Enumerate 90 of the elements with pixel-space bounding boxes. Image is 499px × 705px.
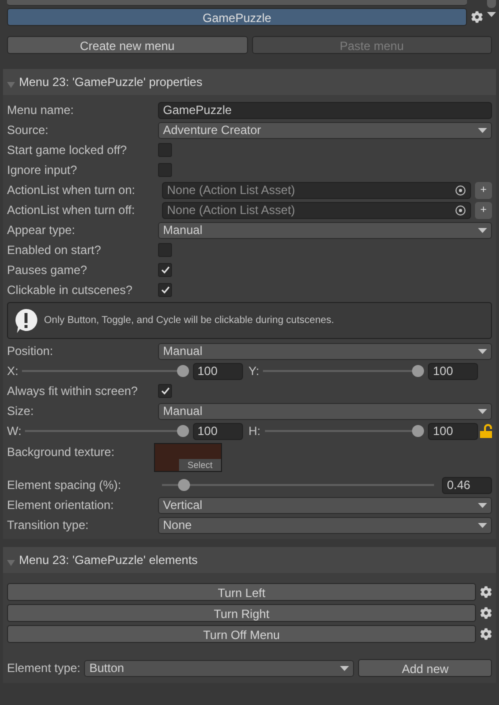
dropdown-caret-icon <box>478 408 487 414</box>
number-field[interactable]: 100 <box>428 362 478 380</box>
slider-track[interactable] <box>162 479 434 491</box>
slider-thumb[interactable] <box>412 365 424 377</box>
settings-icon[interactable] <box>480 628 492 640</box>
check-icon <box>160 286 170 294</box>
dropdown-caret-icon <box>487 12 496 17</box>
select-button[interactable]: Select <box>179 459 221 471</box>
check-icon <box>160 266 170 274</box>
menu-action-button[interactable]: Create new menu <box>7 36 248 54</box>
field-label: Transition type: <box>7 517 90 534</box>
checkbox[interactable] <box>158 143 172 157</box>
add-button[interactable]: + <box>475 182 492 198</box>
settings-icon[interactable] <box>471 11 483 23</box>
settings-icon[interactable] <box>480 607 492 619</box>
check-icon <box>160 387 170 395</box>
settings-icon[interactable] <box>480 586 492 598</box>
section-header[interactable]: Menu 23: 'GamePuzzle' elements <box>3 547 496 573</box>
dropdown[interactable]: None <box>158 516 492 534</box>
text-field[interactable]: GamePuzzle <box>158 102 492 118</box>
section-title: Menu 23: 'GamePuzzle' elements <box>19 552 198 569</box>
checkbox[interactable] <box>158 283 172 297</box>
dropdown-caret-icon <box>478 522 487 528</box>
dropdown[interactable]: Button <box>84 660 354 676</box>
field-label: Pauses game? <box>7 262 88 279</box>
slider-thumb[interactable] <box>178 479 190 491</box>
placeholder-text: None (Action List Asset) <box>167 202 296 219</box>
object-field[interactable]: None (Action List Asset) <box>162 202 471 218</box>
field-label: Source: <box>7 122 50 139</box>
object-field[interactable]: None (Action List Asset) <box>162 182 471 198</box>
element-button[interactable]: Turn Off Menu <box>7 625 476 643</box>
field-label: Element orientation: <box>7 497 115 514</box>
checkbox[interactable] <box>158 163 172 177</box>
number-field[interactable]: 100 <box>192 362 242 380</box>
dropdown-caret-icon <box>478 348 487 354</box>
field-label: Background texture: <box>7 444 116 461</box>
slider-track[interactable] <box>264 425 424 437</box>
section-header[interactable]: Menu 23: 'GamePuzzle' properties <box>3 69 496 95</box>
field-label: Size: <box>7 403 35 420</box>
field-label: W: <box>7 423 22 440</box>
texture-thumbnail[interactable]: Select <box>154 443 222 472</box>
slider-thumb[interactable] <box>176 425 188 437</box>
scrollbar-thumb[interactable] <box>487 0 496 8</box>
slider-track[interactable] <box>25 425 188 437</box>
slider-thumb[interactable] <box>176 365 188 377</box>
padlock-icon[interactable] <box>480 424 492 438</box>
slider-track[interactable] <box>263 365 424 377</box>
field-label: Appear type: <box>7 222 76 239</box>
add-button[interactable]: + <box>475 202 492 218</box>
field-label: Element spacing (%): <box>7 477 122 494</box>
field-label: H: <box>248 423 260 440</box>
field-label: ActionList when turn on: <box>7 182 136 199</box>
slider-thumb[interactable] <box>412 425 424 437</box>
field-label: X: <box>7 363 18 380</box>
field-label: Start game locked off? <box>7 142 128 159</box>
slider-track[interactable] <box>22 365 188 377</box>
element-button[interactable]: Turn Left <box>7 583 476 601</box>
number-field[interactable]: 100 <box>428 422 478 440</box>
field-label: Always fit within screen? <box>7 383 139 400</box>
section-title: Menu 23: 'GamePuzzle' properties <box>19 74 202 91</box>
menu-list-item[interactable]: GamePuzzle <box>7 8 467 26</box>
dropdown-caret-icon <box>340 666 350 670</box>
dropdown-caret-icon <box>478 502 487 508</box>
checkbox[interactable] <box>158 263 172 277</box>
target-icon[interactable] <box>455 184 466 196</box>
dropdown[interactable]: Manual <box>158 342 492 360</box>
dropdown-caret-icon <box>478 128 487 132</box>
field-label: Enabled on start? <box>7 242 102 259</box>
placeholder-text: None (Action List Asset) <box>167 182 296 199</box>
target-icon[interactable] <box>455 204 466 216</box>
number-field[interactable]: 0.46 <box>442 476 492 494</box>
dropdown-caret-icon <box>478 228 487 232</box>
warning-icon <box>13 308 39 334</box>
dropdown[interactable]: Adventure Creator <box>158 122 492 138</box>
number-field[interactable]: 100 <box>192 422 242 440</box>
checkbox[interactable] <box>158 243 172 257</box>
field-label: Menu name: <box>7 102 75 119</box>
dropdown[interactable]: Manual <box>158 402 492 420</box>
element-button[interactable]: Turn Right <box>7 604 476 622</box>
field-label: Element type: <box>7 660 80 677</box>
field-label: ActionList when turn off: <box>7 202 136 219</box>
field-label: Y: <box>248 363 260 380</box>
info-text: Only Button, Toggle, and Cycle will be clickable during cutscenes. <box>44 314 334 328</box>
dropdown[interactable]: Vertical <box>158 496 492 514</box>
field-label: Clickable in cutscenes? <box>7 282 134 299</box>
field-label: Position: <box>7 343 54 360</box>
field-label: Ignore input? <box>7 162 78 179</box>
add-new-button[interactable]: Add new <box>358 659 492 677</box>
checkbox[interactable] <box>158 384 172 398</box>
dropdown[interactable]: Manual <box>158 222 492 238</box>
